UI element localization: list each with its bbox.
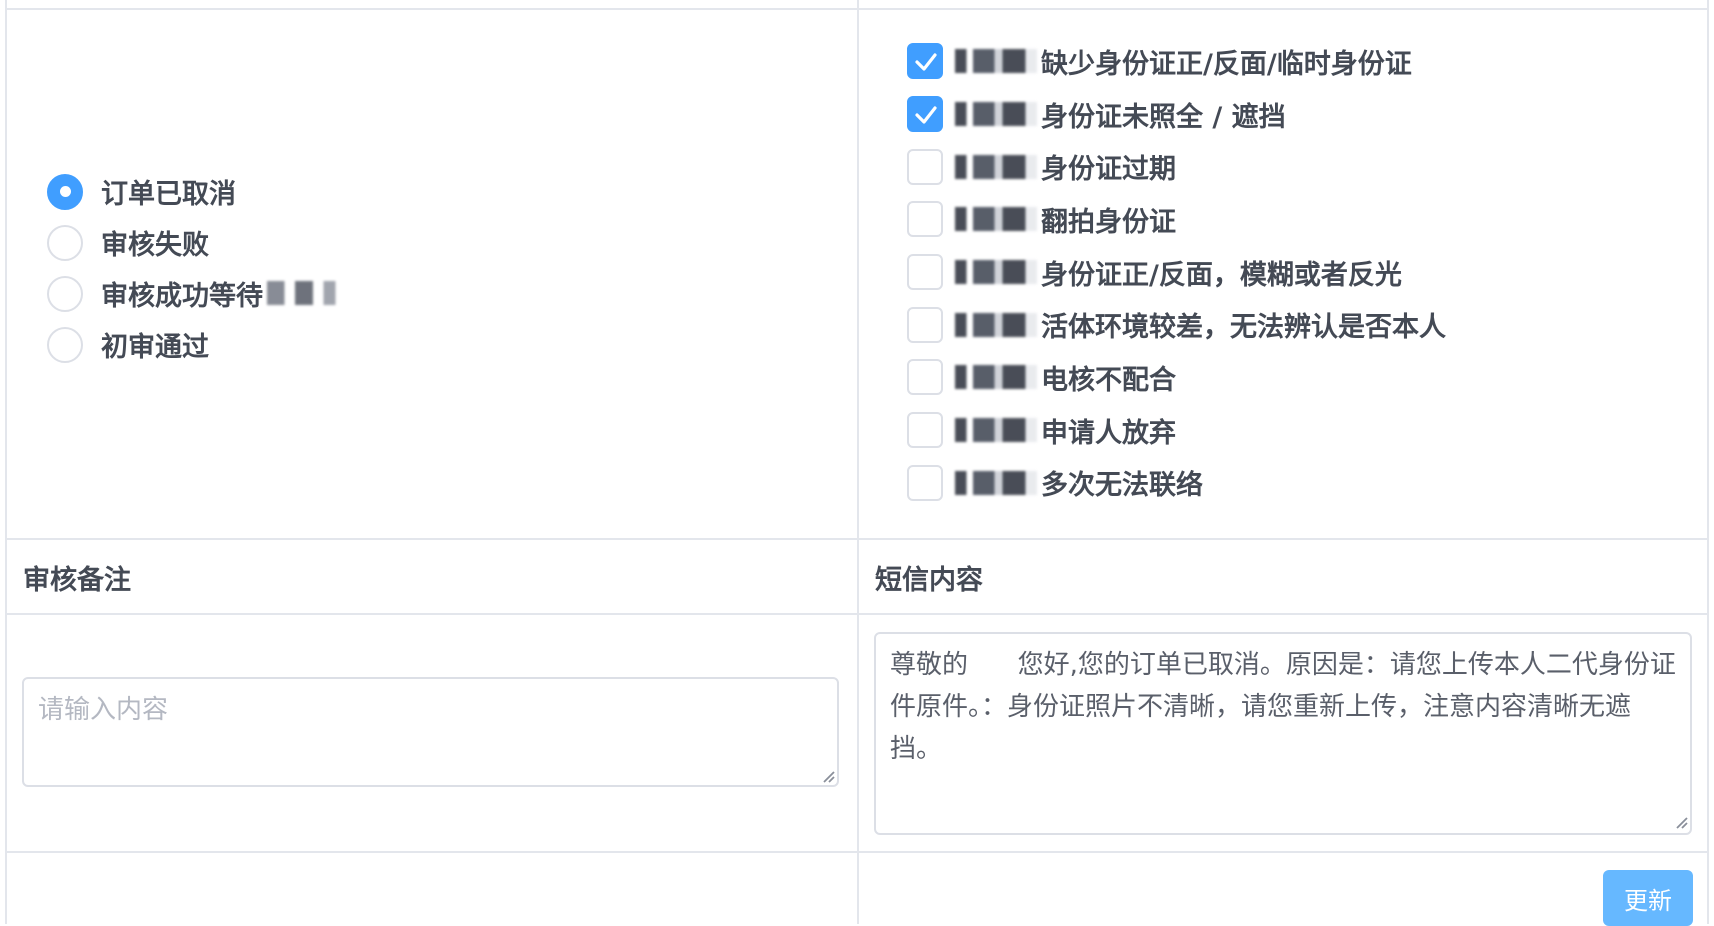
- sms-content-input[interactable]: [874, 632, 1692, 835]
- checkbox[interactable]: [907, 43, 943, 80]
- divider: [1707, 0, 1709, 924]
- checkbox-reason-liveness-poor[interactable]: 活体环境较差，无法辨认是否本人: [907, 298, 1446, 351]
- redacted-code: [955, 365, 1037, 390]
- radio-indicator[interactable]: [47, 326, 83, 363]
- radio-indicator[interactable]: [47, 275, 83, 312]
- checkbox[interactable]: [907, 306, 943, 343]
- divider: [5, 0, 7, 924]
- checkbox-reason-id-incomplete[interactable]: 身份证未照全 / 遮挡: [907, 88, 1446, 141]
- checkbox-label: 翻拍身份证: [955, 200, 1176, 239]
- checkbox-label-text: 电核不配合: [1041, 364, 1176, 396]
- redacted-code: [955, 312, 1037, 337]
- checkbox-label-text: 申请人放弃: [1041, 417, 1176, 449]
- remark-title: 审核备注: [23, 565, 131, 596]
- checkbox-reason-phone-uncooperative[interactable]: 电核不配合: [907, 351, 1446, 404]
- checkbox-label: 身份证正/反面，模糊或者反光: [955, 253, 1402, 292]
- reason-checkbox-group: 缺少身份证正/反面/临时身份证 身份证未照全 / 遮挡 身份证过期 翻拍身份证 …: [907, 35, 1446, 509]
- check-icon: [915, 53, 937, 71]
- checkbox-label: 电核不配合: [955, 358, 1176, 397]
- checkbox-reason-id-blurry[interactable]: 身份证正/反面，模糊或者反光: [907, 246, 1446, 299]
- checkbox[interactable]: [907, 464, 943, 501]
- checkbox-reason-id-expired[interactable]: 身份证过期: [907, 140, 1446, 193]
- checkbox[interactable]: [907, 96, 943, 133]
- checkbox-label-text: 身份证正/反面，模糊或者反光: [1041, 259, 1402, 291]
- radio-indicator[interactable]: [47, 224, 83, 261]
- checkbox-label: 申请人放弃: [955, 411, 1176, 450]
- checkbox-label-text: 身份证未照全 / 遮挡: [1041, 101, 1286, 133]
- redacted-code: [955, 207, 1037, 232]
- redacted-code: [955, 102, 1037, 127]
- checkbox[interactable]: [907, 201, 943, 238]
- checkbox-label-text: 身份证过期: [1041, 154, 1176, 186]
- checkbox-label-text: 缺少身份证正/反面/临时身份证: [1041, 48, 1412, 80]
- update-button[interactable]: 更新: [1603, 870, 1693, 926]
- radio-label: 初审通过: [101, 332, 209, 363]
- redacted-code: [955, 154, 1037, 179]
- checkbox[interactable]: [907, 254, 943, 291]
- sms-title: 短信内容: [875, 565, 983, 596]
- radio-label: 审核失败: [101, 230, 209, 261]
- checkbox[interactable]: [907, 148, 943, 185]
- redacted-code: [955, 418, 1037, 443]
- checkbox-reason-id-rephotographed[interactable]: 翻拍身份证: [907, 193, 1446, 246]
- checkbox-reason-missing-id[interactable]: 缺少身份证正/反面/临时身份证: [907, 35, 1446, 88]
- checkbox-label-text: 翻拍身份证: [1041, 206, 1176, 238]
- checkbox[interactable]: [907, 359, 943, 396]
- radio-label-text: 审核成功等待: [101, 281, 263, 312]
- resize-handle-icon[interactable]: [820, 768, 836, 784]
- checkbox-label: 身份证未照全 / 遮挡: [955, 95, 1286, 134]
- radio-review-success-waiting[interactable]: 审核成功等待: [47, 268, 355, 319]
- radio-order-cancelled[interactable]: 订单已取消: [47, 166, 355, 217]
- radio-label: 订单已取消: [101, 179, 236, 210]
- checkbox-label: 活体环境较差，无法辨认是否本人: [955, 305, 1446, 344]
- redacted-text: [267, 281, 355, 305]
- checkbox-label: 身份证过期: [955, 147, 1176, 186]
- resize-handle-icon[interactable]: [1673, 814, 1689, 830]
- check-icon: [915, 106, 937, 124]
- status-radio-group: 订单已取消 审核失败 审核成功等待 初审通过: [47, 166, 355, 370]
- radio-indicator[interactable]: [47, 173, 83, 210]
- checkbox-label: 多次无法联络: [955, 463, 1203, 502]
- divider: [857, 0, 859, 924]
- redacted-code: [955, 470, 1037, 495]
- redacted-code: [955, 260, 1037, 285]
- checkbox-reason-unreachable[interactable]: 多次无法联络: [907, 457, 1446, 510]
- redacted-code: [955, 49, 1037, 74]
- checkbox-label-text: 多次无法联络: [1041, 470, 1203, 502]
- checkbox-label: 缺少身份证正/反面/临时身份证: [955, 42, 1412, 81]
- checkbox-reason-applicant-gave-up[interactable]: 申请人放弃: [907, 404, 1446, 457]
- radio-review-failed[interactable]: 审核失败: [47, 217, 355, 268]
- checkbox-label-text: 活体环境较差，无法辨认是否本人: [1041, 312, 1446, 344]
- checkbox[interactable]: [907, 412, 943, 449]
- radio-label: 审核成功等待: [101, 274, 355, 313]
- remark-input[interactable]: [22, 677, 839, 787]
- radio-initial-review-passed[interactable]: 初审通过: [47, 319, 355, 370]
